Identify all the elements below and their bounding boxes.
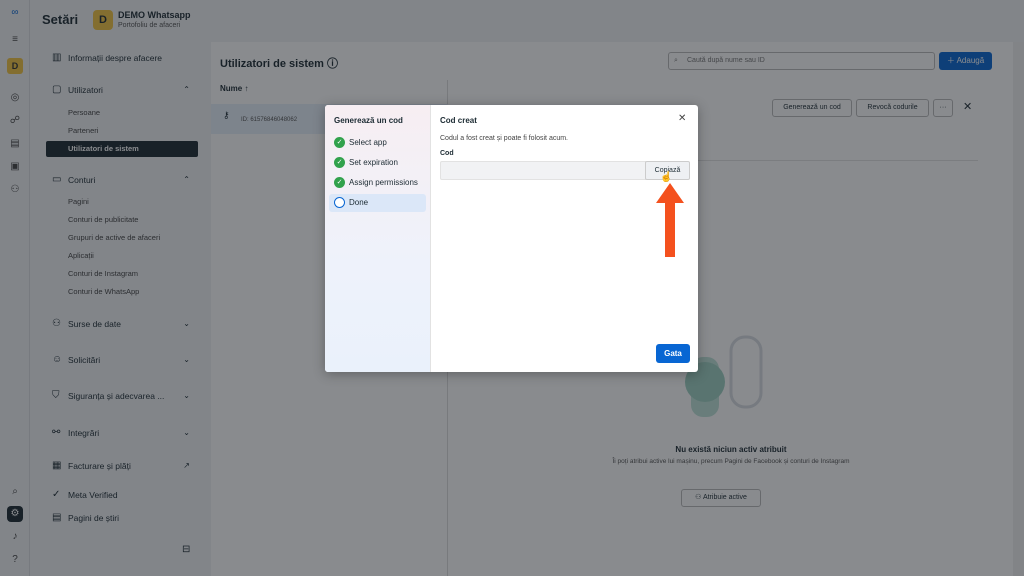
- arrow-up-icon: [656, 183, 684, 257]
- step-assign-permissions[interactable]: ✓ Assign permissions: [329, 174, 426, 192]
- check-icon: ✓: [334, 157, 345, 168]
- generate-code-dialog: Generează un cod ✓ Select app ✓ Set expira…: [325, 105, 698, 372]
- current-step-ring-icon: [334, 197, 345, 208]
- step-set-expiration[interactable]: ✓ Set expiration: [329, 154, 426, 172]
- dialog-description: Codul a fost creat și poate fi folosit a…: [440, 135, 569, 142]
- cursor-icon: ☝: [660, 172, 673, 183]
- done-button[interactable]: Gata: [656, 344, 690, 363]
- dialog-title: Cod creat: [440, 116, 477, 125]
- check-icon: ✓: [334, 177, 345, 188]
- code-label: Cod: [440, 150, 454, 157]
- step-done[interactable]: Done: [329, 194, 426, 212]
- steps-title: Generează un cod: [334, 116, 403, 125]
- check-icon: ✓: [334, 137, 345, 148]
- close-icon[interactable]: ✕: [678, 113, 686, 124]
- steps-panel: Generează un cod ✓ Select app ✓ Set expira…: [325, 105, 431, 372]
- step-select-app[interactable]: ✓ Select app: [329, 134, 426, 152]
- code-field[interactable]: [440, 161, 646, 180]
